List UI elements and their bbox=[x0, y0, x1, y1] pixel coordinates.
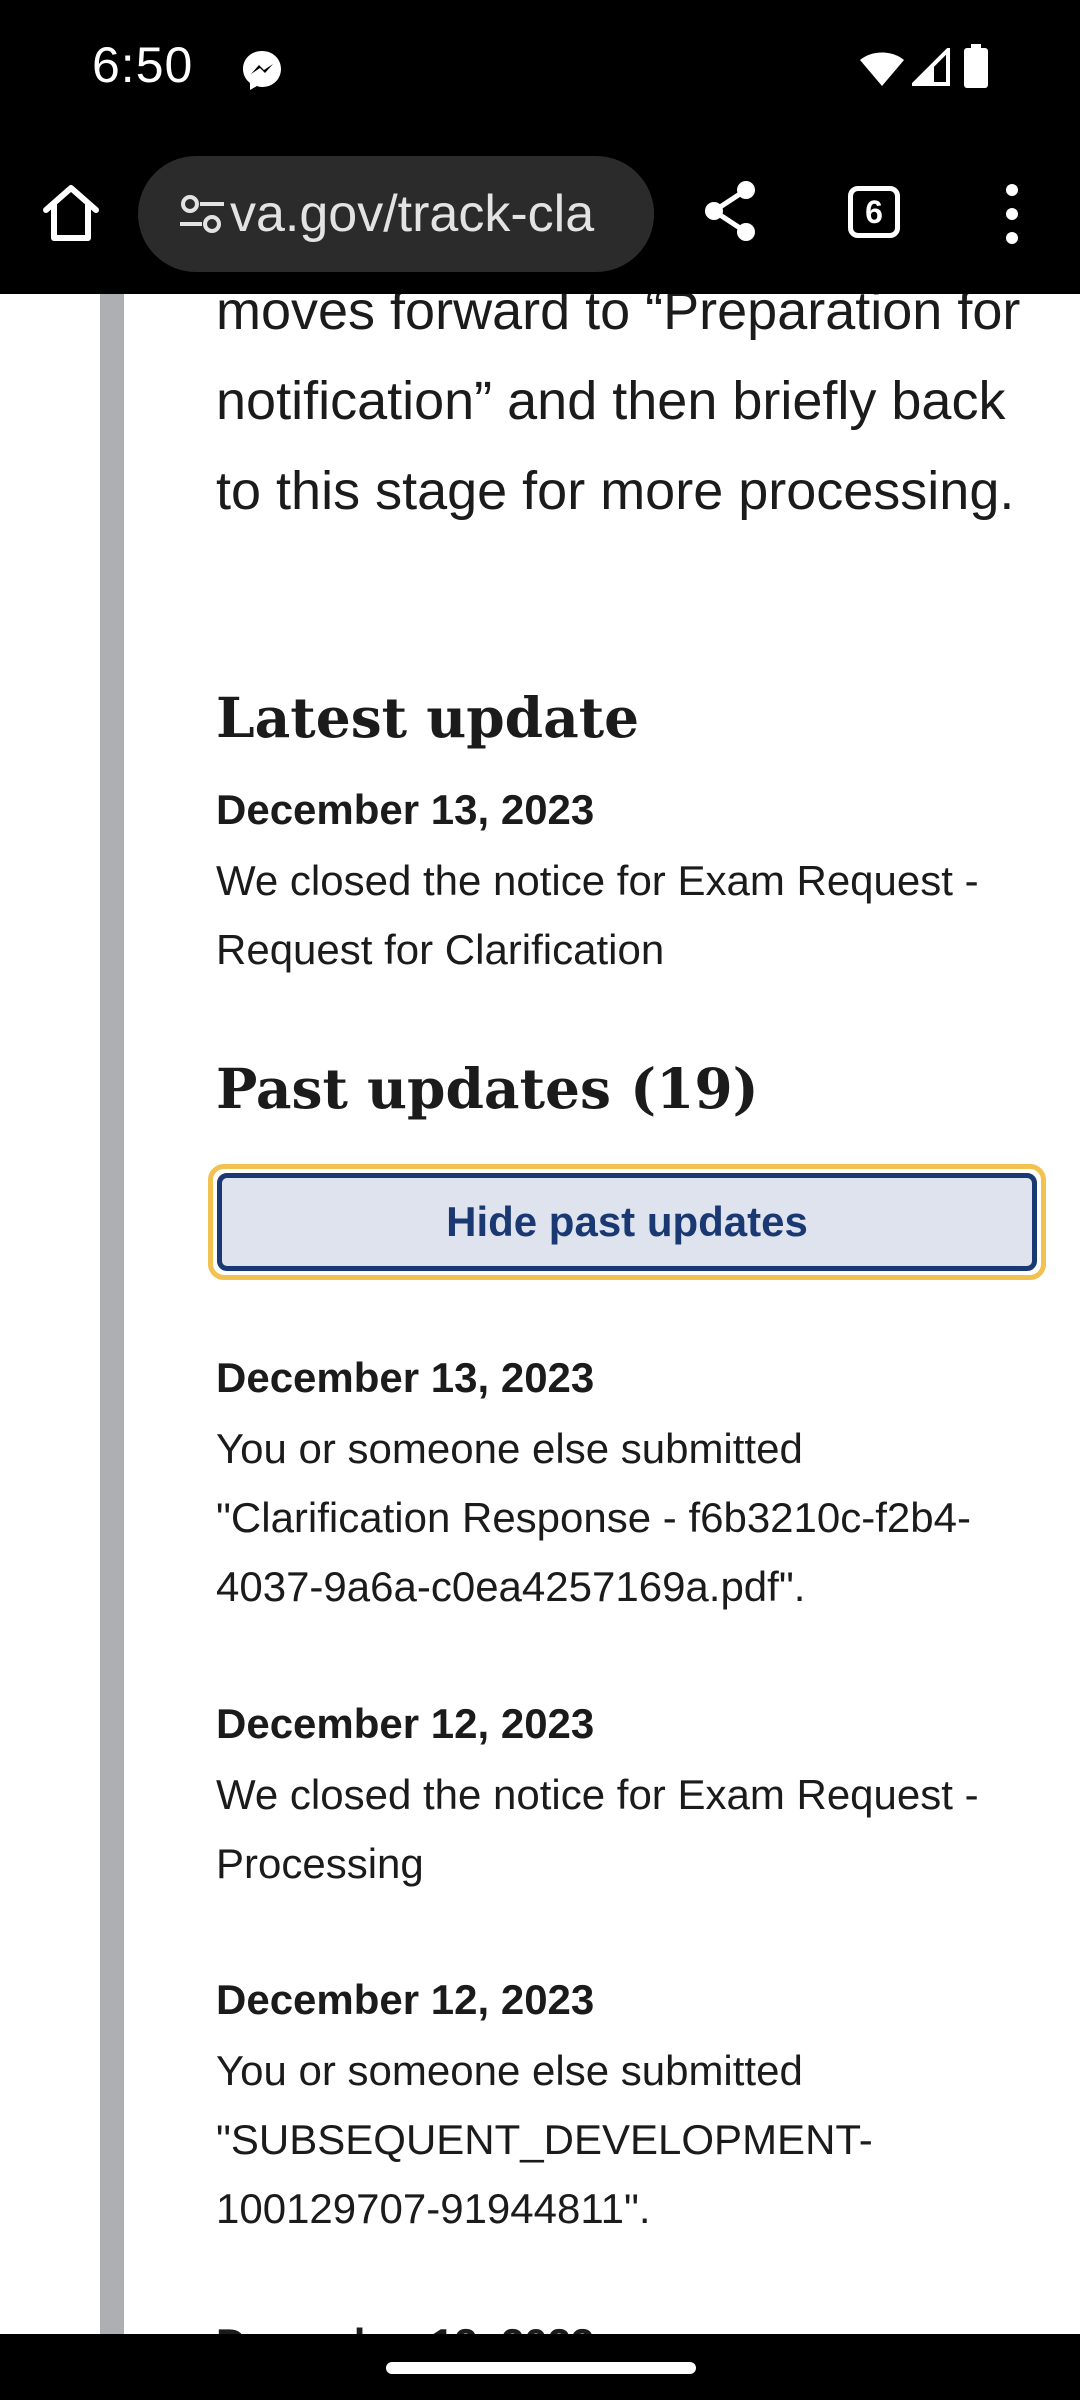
timeline-rail bbox=[100, 294, 124, 2334]
past-update-date: December 12, 2023 bbox=[216, 1976, 595, 2023]
browser-toolbar: va.gov/track-cla 6 bbox=[0, 136, 1080, 294]
past-update-date: December 13, 2023 bbox=[216, 1354, 595, 1401]
address-bar[interactable]: va.gov/track-cla bbox=[138, 156, 654, 272]
wifi-icon bbox=[860, 52, 904, 86]
hide-past-updates-button[interactable]: Hide past updates bbox=[208, 1164, 1046, 1280]
messenger-icon bbox=[243, 51, 281, 90]
home-icon[interactable] bbox=[38, 180, 104, 246]
hide-past-updates-label[interactable]: Hide past updates bbox=[217, 1173, 1037, 1271]
past-updates-heading: Past updates (19) bbox=[216, 1056, 759, 1121]
past-update-date: December 12, 2023 bbox=[216, 1700, 595, 1747]
latest-update-heading: Latest update bbox=[216, 685, 640, 750]
more-vert-icon[interactable] bbox=[1000, 182, 1024, 246]
page-content: moves forward to “Preparation for notifi… bbox=[0, 294, 1080, 2334]
url-fade bbox=[624, 156, 654, 272]
past-update-text: You or someone else submitted "Clarifica… bbox=[216, 1425, 971, 1610]
battery-icon bbox=[964, 44, 988, 88]
past-update-text: We closed the notice for Exam Request - … bbox=[216, 1771, 979, 1887]
latest-update-date: December 13, 2023 bbox=[216, 786, 595, 833]
share-icon[interactable] bbox=[700, 178, 760, 244]
tabs-icon[interactable]: 6 bbox=[848, 186, 900, 238]
past-update-date: December 12, 2023 bbox=[216, 2314, 1046, 2334]
status-bar: 6:50 bbox=[0, 0, 1080, 136]
intro-text: moves forward to “Preparation for notifi… bbox=[216, 294, 1021, 521]
home-gesture-handle[interactable] bbox=[386, 2362, 696, 2374]
signal-icon bbox=[912, 48, 950, 86]
site-settings-icon[interactable] bbox=[178, 192, 226, 236]
past-update-text: You or someone else submitted "SUBSEQUEN… bbox=[216, 2047, 873, 2232]
latest-update-text: We closed the notice for Exam Request - … bbox=[216, 857, 979, 973]
url-text[interactable]: va.gov/track-cla bbox=[230, 184, 594, 244]
status-time: 6:50 bbox=[92, 37, 194, 93]
navigation-bar bbox=[0, 2334, 1080, 2400]
